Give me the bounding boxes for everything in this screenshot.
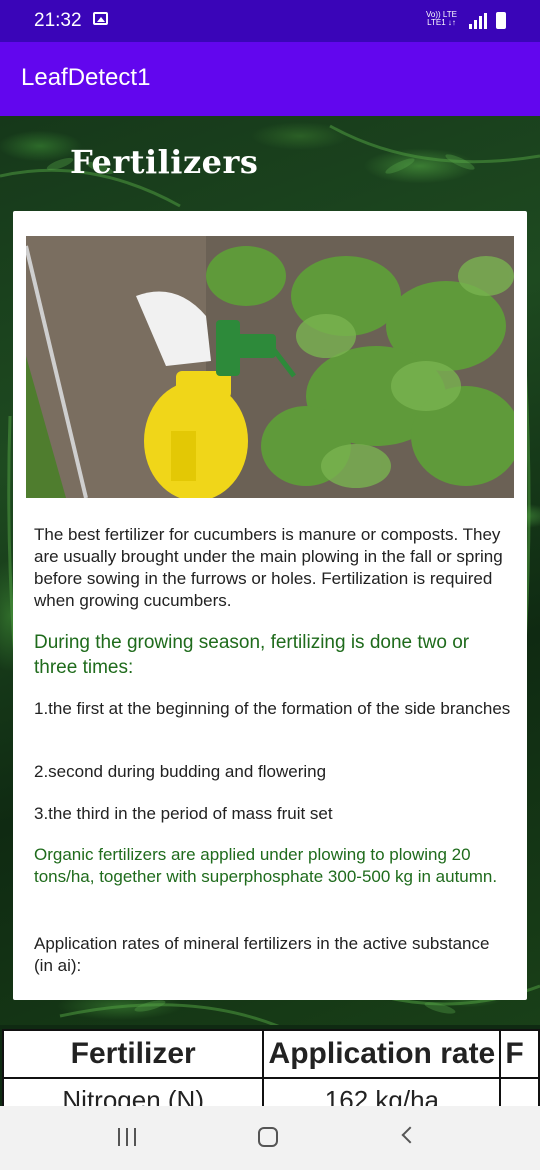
fertilizer-table-container[interactable]: Fertilizer Application rate F Nitrogen (…	[0, 1025, 540, 1106]
fertilizer-table: Fertilizer Application rate F Nitrogen (…	[1, 1029, 540, 1106]
page-title: Fertilizers	[70, 143, 259, 181]
table-cell-fertilizer: Nitrogen (N)	[1, 1077, 265, 1106]
list-item-first: 1.the first at the beginning of the form…	[34, 699, 511, 718]
app-title: LeafDetect1	[21, 64, 151, 91]
network-label-bottom: LTE1 ↓↑	[427, 18, 456, 27]
network-indicator: Vo)) LTE LTE1 ↓↑	[426, 11, 457, 27]
gallery-notification-icon	[93, 12, 108, 25]
battery-icon	[496, 12, 506, 29]
recent-apps-icon[interactable]	[118, 1128, 138, 1146]
list-item-second: 2.second during budding and flowering	[34, 762, 327, 781]
app-bar: LeafDetect1	[0, 42, 540, 116]
paragraph-organic: Organic fertilizers are applied under pl…	[34, 845, 498, 886]
paragraph-growing-season: During the growing season, fertilizing i…	[34, 632, 470, 678]
column-header-application-rate: Application rate	[262, 1029, 502, 1079]
table-header-row: Fertilizer Application rate F	[1, 1029, 540, 1079]
system-nav-bar	[0, 1106, 540, 1170]
back-icon[interactable]	[401, 1126, 419, 1144]
list-item-third: 3.the third in the period of mass fruit …	[34, 804, 333, 823]
status-time: 21:32	[34, 10, 82, 31]
status-bar: 21:32 Vo)) LTE LTE1 ↓↑	[0, 0, 540, 42]
column-header-fertilizer: Fertilizer	[1, 1029, 265, 1079]
column-header-partial: F	[499, 1029, 540, 1079]
signal-icon	[469, 13, 487, 29]
paragraph-application-rates: Application rates of mineral fertilizers…	[34, 934, 490, 975]
table-row: Nitrogen (N) 162 kg/ha	[1, 1077, 540, 1106]
table-cell-partial	[499, 1077, 540, 1106]
table-cell-rate: 162 kg/ha	[262, 1077, 502, 1106]
content-card: The best fertilizer for cucumbers is man…	[13, 211, 527, 1000]
paragraph-intro: The best fertilizer for cucumbers is man…	[34, 525, 503, 610]
home-icon[interactable]	[258, 1127, 278, 1147]
cucumber-fertilizing-photo	[26, 236, 514, 498]
